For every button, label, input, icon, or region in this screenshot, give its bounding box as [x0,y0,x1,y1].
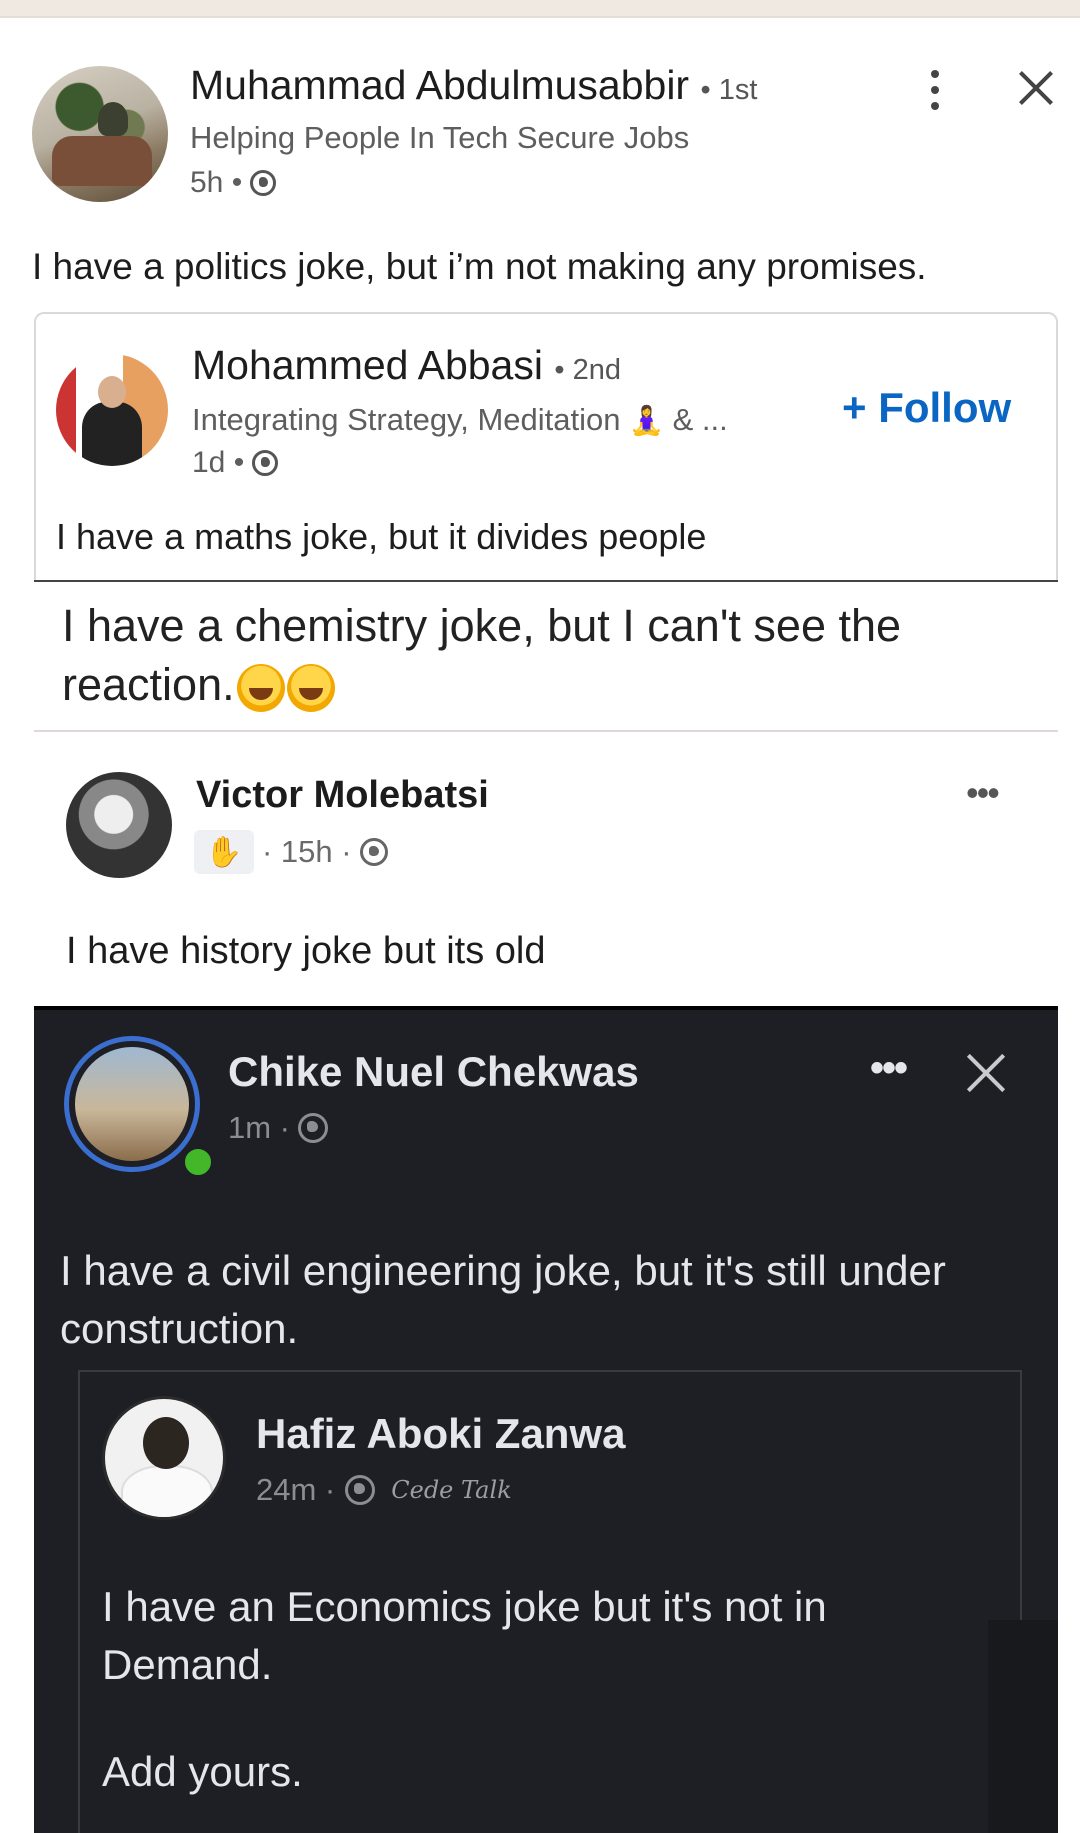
watermark: Cede Talk [391,1476,512,1504]
fb-author-avatar[interactable] [102,1396,226,1520]
post-timestamp: 5h • [190,166,277,200]
close-icon[interactable] [1016,68,1056,108]
fb-shared-post-card[interactable]: Hafiz Aboki Zanwa 24m · Cede Talk I have… [78,1370,1022,1833]
shared-author-name-row[interactable]: Mohammed Abbasi • 2nd [192,342,621,389]
author-name[interactable]: Muhammad Abdulmusabbir [190,62,689,108]
chemistry-post-text-row: I have a chemistry joke, but I can't see… [62,596,1002,714]
fb-post-time: 1m · [228,1110,290,1145]
shared-headline-tail: & ... [672,402,728,437]
chemistry-post-text: I have a chemistry joke, but I can't see… [62,600,902,710]
fb-post-meta: ✋ · 15h · [194,830,388,874]
post-text: I have a politics joke, but i’m not maki… [32,246,927,287]
fb-post-meta: 1m · [228,1110,328,1146]
post-time: 5h • [190,166,243,199]
dark-edge [988,1620,1058,1833]
chemistry-post: I have a chemistry joke, but I can't see… [34,582,1058,732]
shared-post-text: I have a maths joke, but it divides peop… [56,516,707,557]
follow-button[interactable]: + Follow [842,384,1011,432]
shared-post-time: 1d • [192,446,245,479]
wave-hand-icon: ✋ [194,830,254,874]
post-header: Muhammad Abdulmusabbir • 1st Helping Peo… [32,62,1048,206]
top-status-strip [0,0,1080,18]
shared-author-avatar[interactable] [56,354,168,466]
laughing-emoji-icon [236,664,285,713]
fb-post-time: · 15h · [262,834,352,869]
more-options-icon[interactable]: ••• [870,1046,908,1091]
fb-post-text: I have a civil engineering joke, but it'… [60,1247,946,1352]
fb-post-victor: Victor Molebatsi ✋ · 15h · ••• I have hi… [34,734,1058,1006]
laughing-emoji-icon [286,664,335,713]
shared-post-timestamp: 1d • [192,446,279,480]
fb-post-text: I have history joke but its old [66,930,546,972]
shared-post-card[interactable]: Mohammed Abbasi • 2nd Integrating Strate… [34,312,1058,582]
add-yours-prompt[interactable]: Add yours. [102,1748,303,1796]
globe-icon [345,1475,376,1505]
fb-author-avatar[interactable] [64,1036,215,1179]
meditation-emoji: 🧘‍♀️ [629,405,665,436]
fb-author-avatar[interactable] [66,772,172,878]
globe-icon [359,838,388,866]
fb-post-meta: 24m · Cede Talk [256,1472,512,1508]
author-name-row[interactable]: Muhammad Abdulmusabbir • 1st [190,62,757,109]
fb-post-text: I have an Economics joke but it's not in… [102,1583,827,1688]
globe-icon [250,170,277,196]
fb-post-chike: Chike Nuel Chekwas 1m · ••• I have a civ… [34,1006,1058,1833]
more-options-icon[interactable] [920,70,950,114]
shared-headline-text: Integrating Strategy, Meditation [192,402,621,437]
shared-author-headline: Integrating Strategy, Meditation 🧘‍♀️ & … [192,402,728,438]
online-status-dot [181,1145,215,1179]
shared-connection-degree: • 2nd [554,354,621,386]
globe-icon [298,1113,328,1143]
fb-author-name[interactable]: Victor Molebatsi [196,774,489,817]
shared-author-name[interactable]: Mohammed Abbasi [192,342,543,388]
globe-icon [252,450,279,476]
author-headline: Helping People In Tech Secure Jobs [190,120,690,155]
fb-post-time: 24m · [256,1472,336,1507]
close-icon[interactable] [964,1052,1008,1096]
fb-author-name[interactable]: Chike Nuel Chekwas [228,1048,639,1096]
connection-degree: • 1st [700,74,758,106]
author-avatar[interactable] [32,66,168,202]
fb-author-name[interactable]: Hafiz Aboki Zanwa [256,1410,626,1458]
more-options-icon[interactable]: ••• [966,772,1000,814]
